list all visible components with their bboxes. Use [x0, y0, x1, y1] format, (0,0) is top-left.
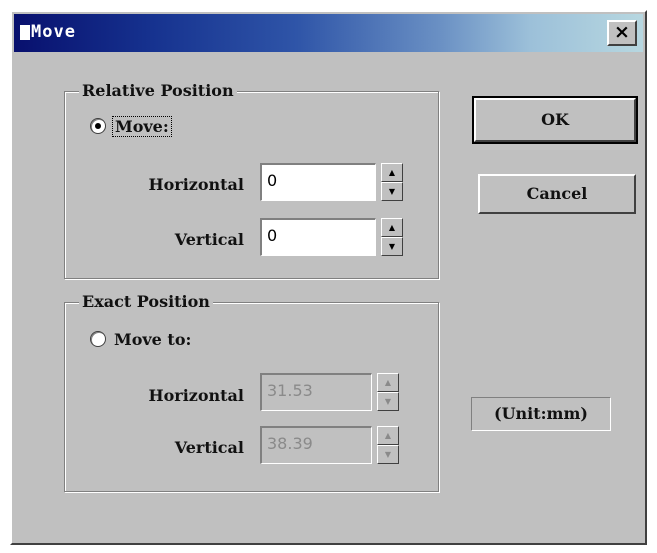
move-radio-label[interactable]: Move: — [112, 116, 172, 137]
spin-up-icon[interactable]: ▲ — [377, 426, 399, 445]
move-to-radio[interactable]: Move to: — [90, 330, 250, 352]
unit-label: (Unit:mm) — [471, 397, 611, 431]
exact-position-legend: Exact Position — [79, 292, 213, 311]
spin-up-icon[interactable]: ▲ — [381, 218, 403, 237]
relative-position-legend: Relative Position — [79, 81, 237, 100]
exact-horizontal-label: Horizontal — [148, 386, 244, 405]
spin-down-icon[interactable]: ▼ — [381, 237, 403, 256]
relative-vertical-input[interactable]: 0 — [260, 218, 376, 256]
spin-down-icon[interactable]: ▼ — [377, 445, 399, 464]
window-icon — [20, 25, 30, 40]
ok-button[interactable]: OK — [472, 96, 638, 144]
exact-vertical-label: Vertical — [174, 438, 244, 457]
exact-vertical-spinner[interactable]: ▲ ▼ — [377, 426, 399, 464]
title-bar[interactable]: Move × — [14, 14, 643, 52]
spin-down-icon[interactable]: ▼ — [381, 182, 403, 201]
move-radio-button[interactable] — [90, 118, 106, 134]
move-radio[interactable]: Move: — [90, 116, 230, 139]
window-title: Move — [31, 22, 76, 42]
exact-horizontal-spinner[interactable]: ▲ ▼ — [377, 373, 399, 411]
relative-vertical-spinner[interactable]: ▲ ▼ — [381, 218, 403, 256]
spin-up-icon[interactable]: ▲ — [381, 163, 403, 182]
exact-vertical-input[interactable]: 38.39 — [260, 426, 372, 464]
relative-vertical-label: Vertical — [174, 230, 244, 249]
exact-horizontal-input[interactable]: 31.53 — [260, 373, 372, 411]
close-button[interactable]: × — [607, 20, 637, 46]
spin-up-icon[interactable]: ▲ — [377, 373, 399, 392]
relative-horizontal-input[interactable]: 0 — [260, 163, 376, 201]
cancel-button[interactable]: Cancel — [478, 174, 636, 214]
radio-selected-dot — [95, 123, 101, 129]
relative-horizontal-spinner[interactable]: ▲ ▼ — [381, 163, 403, 201]
relative-horizontal-label: Horizontal — [148, 175, 244, 194]
move-to-radio-button[interactable] — [90, 331, 106, 347]
close-icon: × — [614, 21, 630, 43]
move-to-radio-label[interactable]: Move to: — [112, 330, 193, 349]
spin-down-icon[interactable]: ▼ — [377, 392, 399, 411]
move-dialog: Move × Relative Position Move: Horizonta… — [10, 10, 647, 545]
